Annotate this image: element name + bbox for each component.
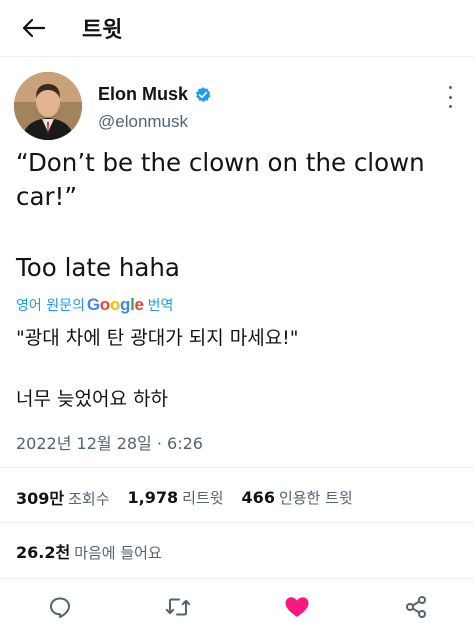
retweet-icon [165,598,191,616]
retweets-stat[interactable]: 1,978 리트윗 [128,487,224,508]
translation-attribution[interactable]: 영어 원문의 Google 번역 [16,294,173,316]
quotes-label: 인용한 트윗 [278,488,353,507]
tweet-text-line2: Too late haha [16,253,180,282]
back-button[interactable] [18,14,50,42]
likes-stat[interactable]: 26.2천 마음에 들어요 [16,539,162,563]
likes-count: 26.2천 [16,543,71,562]
retweet-button[interactable] [164,593,192,621]
author-name-row[interactable]: Elon Musk [98,84,212,105]
quotes-stat[interactable]: 466 인용한 트윗 [242,487,353,508]
heart-icon [285,597,309,617]
like-button[interactable] [283,593,311,621]
translated-text-line2: 너무 늦었어요 하하 [16,388,168,410]
meta-divider [0,467,474,468]
author-name: Elon Musk [98,84,189,104]
tweet-text: “Don’t be the clown on the clown car!” [16,148,425,211]
translated-text-line1: "광대 차에 탄 광대가 되지 마세요!" [16,327,299,349]
retweets-count: 1,978 [127,487,179,507]
share-button[interactable] [402,593,430,621]
translation-prefix: 영어 원문의 [16,298,85,314]
views-label: 조회수 [68,490,110,508]
avatar[interactable] [14,72,82,140]
header-divider [0,56,474,57]
views-count: 309만 [16,489,65,508]
stats-row: 309만 조회수 1,978 리트윗 466 인용한 트윗 [16,485,371,509]
translation-suffix: 번역 [147,298,174,314]
page-title: 트윗 [82,18,123,43]
views-stat[interactable]: 309만 조회수 [16,485,110,509]
likes-label: 마음에 들어요 [74,544,162,562]
share-icon [406,596,426,618]
avatar-image [14,72,82,140]
likes-divider [0,578,474,579]
verified-badge-icon [196,86,211,102]
tweet-timestamp[interactable]: 2022년 12월 28일 · 6:26 [16,430,203,454]
more-dot-icon [448,105,452,108]
more-dot-icon [448,86,452,89]
stats-divider [0,522,474,523]
retweets-label: 리트윗 [182,488,224,507]
reply-icon [50,597,70,618]
author-handle[interactable]: @elonmusk [98,112,188,132]
top-bar: 트윗 [0,0,474,56]
quotes-count: 466 [241,487,275,507]
arrow-left-icon [22,18,46,38]
more-options-button[interactable] [440,86,460,108]
reply-button[interactable] [46,593,74,621]
google-logo: Google [86,295,144,314]
more-dot-icon [448,95,452,99]
